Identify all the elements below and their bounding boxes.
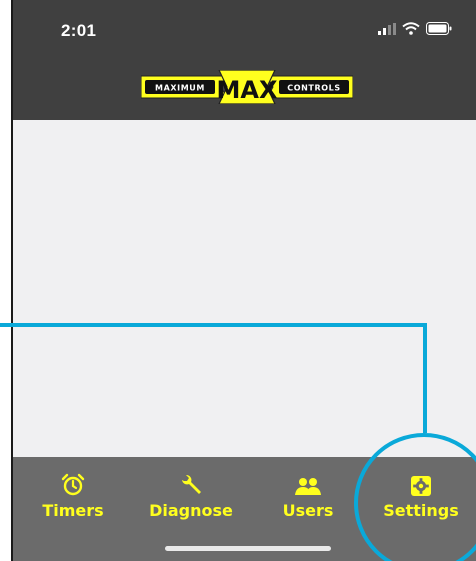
wrench-icon: [182, 474, 201, 494]
phone-edge: [11, 0, 13, 561]
app-header: 2:01 MAXIMUM MAX CONTROLS: [11, 0, 476, 120]
logo-center-word: MAX: [217, 76, 278, 104]
max-controls-logo: MAXIMUM MAX CONTROLS: [141, 70, 353, 104]
app-screen: 2:01 MAXIMUM MAX CONTROLS Timers Diagnos…: [11, 0, 476, 561]
home-indicator: [165, 546, 331, 551]
tab-settings[interactable]: Settings: [377, 469, 465, 520]
cellular-signal-icon: [378, 22, 396, 35]
main-content: [11, 120, 476, 457]
status-time: 2:01: [61, 21, 97, 40]
tab-bar: Timers Diagnose Users Settings: [11, 457, 476, 561]
logo-right-word: CONTROLS: [287, 84, 340, 93]
battery-icon: [426, 22, 452, 35]
wifi-icon: [402, 22, 420, 35]
tab-diagnose[interactable]: Diagnose: [141, 469, 241, 520]
status-icons: [378, 22, 452, 35]
logo-left-word: MAXIMUM: [155, 84, 205, 93]
tab-diagnose-label: Diagnose: [149, 501, 233, 520]
tab-users-label: Users: [282, 501, 334, 520]
users-icon: [295, 478, 321, 495]
tab-timers-label: Timers: [42, 501, 104, 520]
gear-icon: [411, 476, 431, 496]
tab-settings-label: Settings: [383, 501, 459, 520]
tab-timers[interactable]: Timers: [38, 469, 108, 520]
alarm-clock-icon: [61, 473, 85, 496]
tab-users[interactable]: Users: [273, 469, 343, 520]
